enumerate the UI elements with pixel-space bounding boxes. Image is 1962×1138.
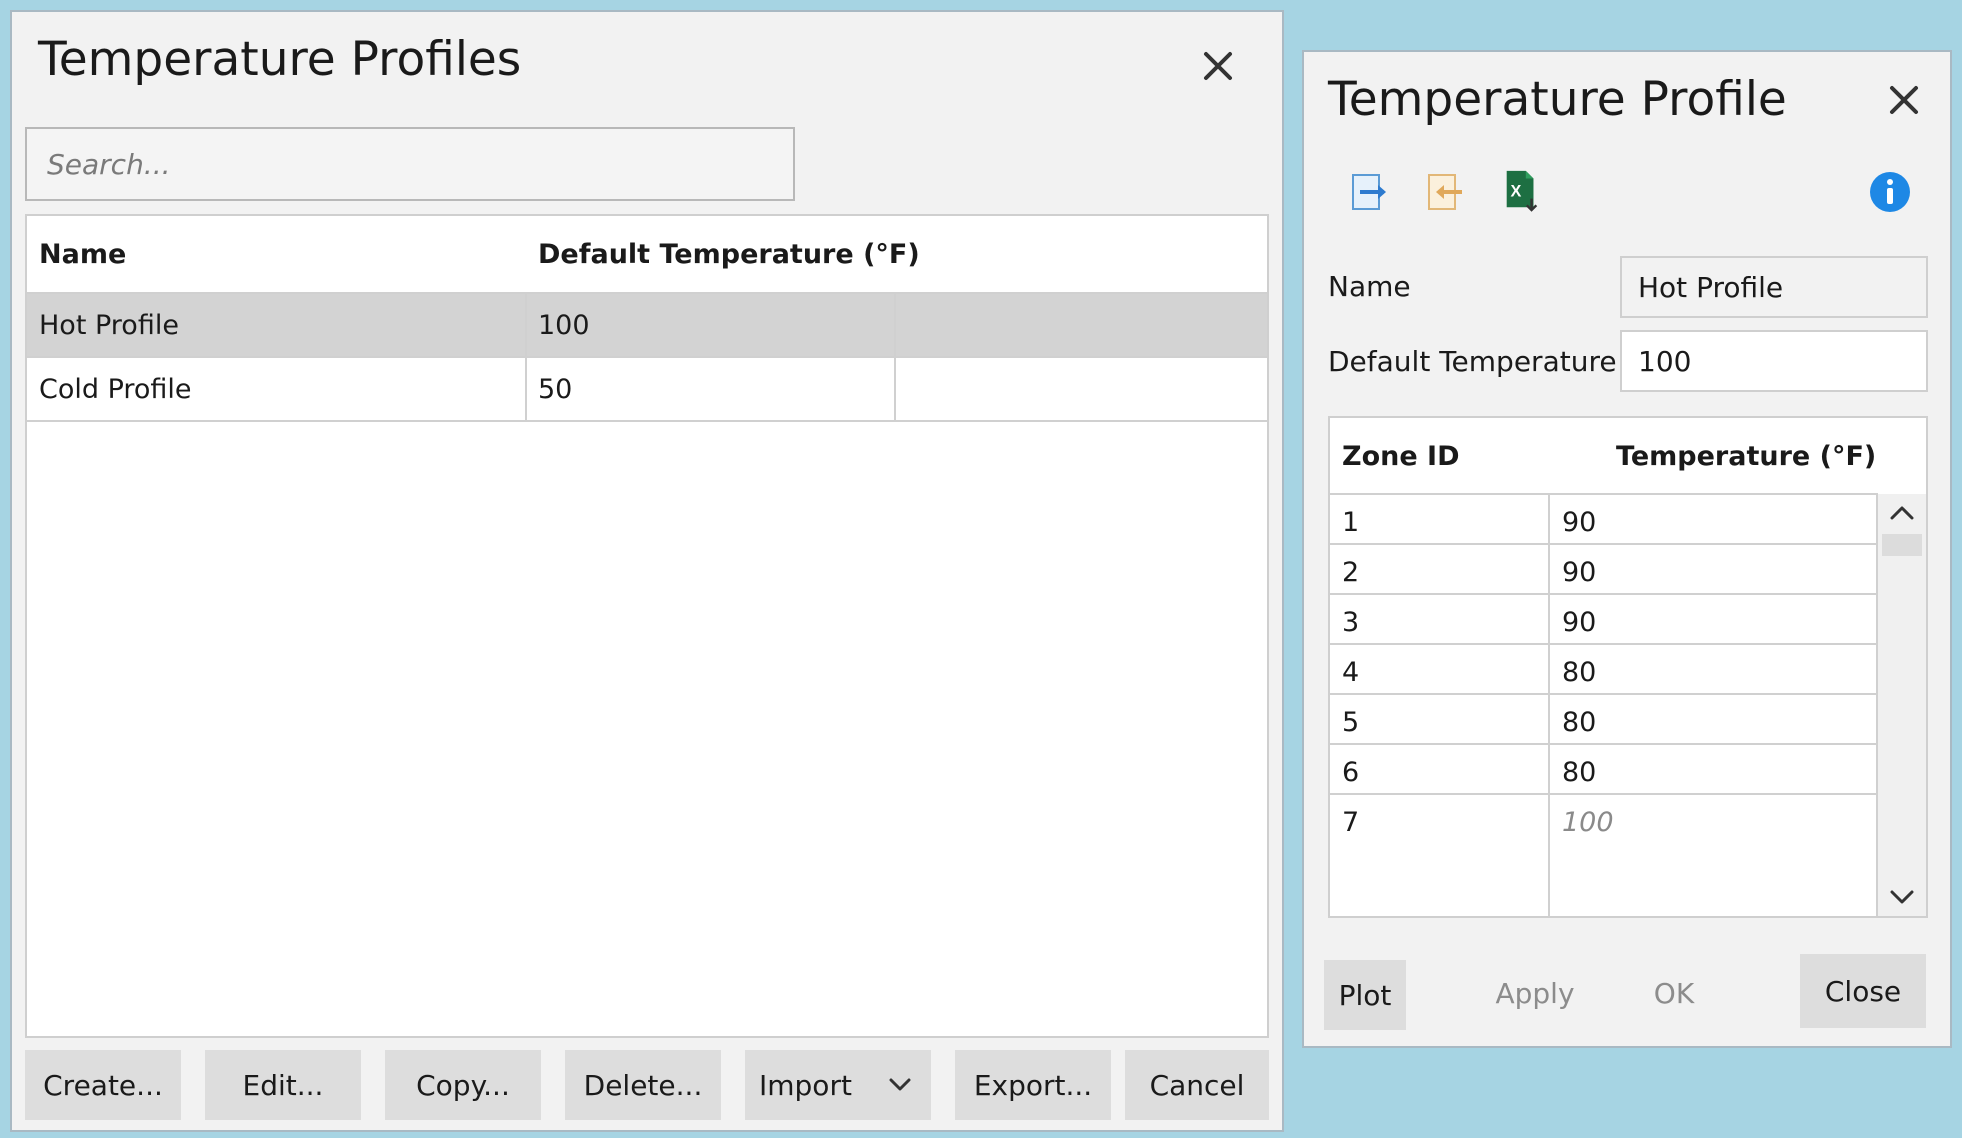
temperature-profile-editor-dialog: Temperature Profile X Name Hot Profile D…	[1302, 50, 1952, 1048]
column-header-name[interactable]: Name	[39, 216, 126, 292]
table-row[interactable]: 7 100	[1330, 794, 1878, 844]
info-icon[interactable]	[1868, 170, 1912, 214]
cell-temperature[interactable]: 90	[1562, 494, 1596, 544]
scroll-up-icon[interactable]	[1882, 496, 1922, 530]
cell-zone-id: 5	[1342, 706, 1360, 738]
close-icon[interactable]	[1882, 78, 1926, 122]
zones-table: Zone ID Temperature (°F) 1 90 2 90 3 90 4 80 5 80…	[1328, 416, 1928, 918]
cell-zone-id: 6	[1342, 756, 1360, 788]
cell-temperature[interactable]: 80	[1562, 644, 1596, 694]
cell-default-temp: 50	[538, 373, 573, 405]
dialog-title: Temperature Profiles	[38, 32, 522, 87]
close-button[interactable]: Close	[1800, 954, 1926, 1028]
column-header-zone-id[interactable]: Zone ID	[1342, 418, 1460, 494]
cancel-button[interactable]: Cancel	[1125, 1050, 1269, 1120]
cell-zone-id: 3	[1342, 606, 1360, 638]
cell-zone-id: 4	[1342, 656, 1360, 688]
cell-zone-id: 7	[1342, 806, 1360, 838]
cell-name: Cold Profile	[39, 373, 192, 405]
table-row[interactable]: Cold Profile 50	[27, 358, 1267, 420]
cell-temperature[interactable]: 90	[1562, 594, 1596, 644]
table-row[interactable]: 3 90	[1330, 594, 1878, 644]
table-row[interactable]: 1 90	[1330, 494, 1878, 544]
search-input[interactable]	[25, 127, 795, 201]
column-header-default-temperature[interactable]: Default Temperature (°F)	[538, 216, 920, 292]
plot-button[interactable]: Plot	[1324, 960, 1406, 1030]
profiles-table: Name Default Temperature (°F) Hot Profil…	[25, 214, 1269, 1038]
scroll-thumb[interactable]	[1882, 534, 1922, 556]
delete-button[interactable]: Delete...	[565, 1050, 721, 1120]
zones-scrollbar[interactable]	[1878, 494, 1926, 916]
import-dropdown-button[interactable]: Import	[745, 1050, 931, 1120]
cell-temperature[interactable]: 90	[1562, 544, 1596, 594]
cell-zone-id: 1	[1342, 506, 1360, 538]
excel-icon[interactable]: X	[1502, 168, 1542, 212]
table-row[interactable]: 5 80	[1330, 694, 1878, 744]
svg-text:X: X	[1511, 183, 1522, 201]
table-row[interactable]: 4 80	[1330, 644, 1878, 694]
scroll-down-icon[interactable]	[1882, 880, 1922, 914]
cell-temperature[interactable]: 80	[1562, 744, 1596, 794]
column-header-temperature[interactable]: Temperature (°F)	[1616, 418, 1876, 494]
default-temperature-label: Default Temperature	[1328, 345, 1617, 378]
edit-button[interactable]: Edit...	[205, 1050, 361, 1120]
chevron-down-icon	[887, 1072, 913, 1098]
cell-name: Hot Profile	[39, 309, 179, 341]
cell-temperature[interactable]: 80	[1562, 694, 1596, 744]
cell-zone-id: 2	[1342, 556, 1360, 588]
table-row[interactable]: 2 90	[1330, 544, 1878, 594]
cell-default-temp: 100	[538, 309, 590, 341]
import-label: Import	[759, 1068, 852, 1102]
close-icon[interactable]	[1196, 44, 1240, 88]
name-label: Name	[1328, 270, 1411, 303]
cell-temperature[interactable]: 100	[1562, 794, 1614, 844]
table-row[interactable]: Hot Profile 100	[27, 294, 1267, 356]
export-arrow-icon[interactable]	[1350, 170, 1390, 214]
create-button[interactable]: Create...	[25, 1050, 181, 1120]
temperature-profiles-dialog: Temperature Profiles Name Default Temper…	[10, 10, 1284, 1132]
import-arrow-icon[interactable]	[1426, 170, 1466, 214]
name-field[interactable]	[1620, 256, 1928, 318]
default-temperature-field[interactable]	[1620, 330, 1928, 392]
export-button[interactable]: Export...	[955, 1050, 1111, 1120]
apply-button[interactable]: Apply	[1470, 958, 1600, 1028]
ok-button[interactable]: OK	[1614, 958, 1734, 1028]
copy-button[interactable]: Copy...	[385, 1050, 541, 1120]
dialog-title: Temperature Profile	[1328, 72, 1787, 127]
table-row[interactable]: 6 80	[1330, 744, 1878, 794]
